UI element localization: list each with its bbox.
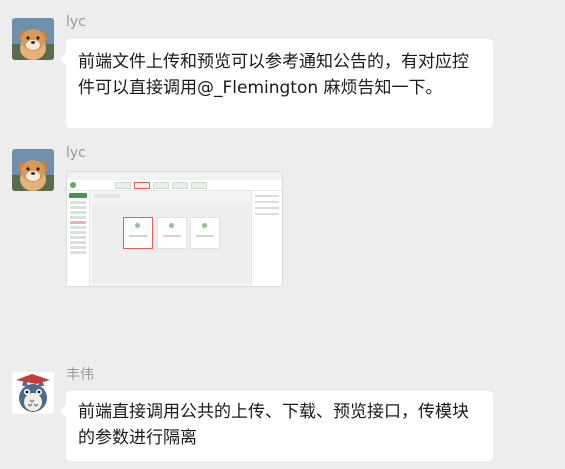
- message-text-line: 的参数进行隔离: [78, 428, 197, 448]
- thumbnail-card: [123, 217, 153, 249]
- thumbnail-tabs: [115, 182, 207, 189]
- thumbnail-logo-icon: [70, 182, 76, 188]
- sender-name: lyc: [66, 14, 86, 30]
- shiba-dog-avatar-icon[interactable]: [12, 149, 54, 191]
- shiba-dog-avatar-icon[interactable]: [12, 18, 54, 60]
- thumbnail-card: [190, 217, 220, 249]
- thumbnail-card: [157, 217, 187, 249]
- thumbnail-top-nav: [67, 180, 282, 191]
- message-text-line: 件可以直接调用@_Flemington 麻烦告知一下。: [78, 78, 443, 98]
- screenshot-thumbnail[interactable]: [66, 171, 283, 287]
- chat-message: 丰伟 前端直接调用公共的上传、下载、预览接口，传模块 的参数进行隔离: [0, 360, 565, 469]
- thumbnail-tab: [172, 182, 188, 189]
- chat-message: lyc 前端文件上传和预览可以参考通知公告的，有对应控 件可以直接调用@_Fle…: [0, 0, 565, 140]
- thumbnail-tab: [115, 182, 131, 189]
- thumbnail-main-area: [90, 191, 252, 286]
- sender-name: lyc: [66, 145, 86, 161]
- message-text-line: 前端文件上传和预览可以参考通知公告的，有对应控: [78, 52, 469, 72]
- chat-message: lyc: [0, 140, 565, 300]
- message-bubble[interactable]: 前端文件上传和预览可以参考通知公告的，有对应控 件可以直接调用@_Fleming…: [60, 39, 493, 128]
- chat-history: lyc 前端文件上传和预览可以参考通知公告的，有对应控 件可以直接调用@_Fle…: [0, 0, 565, 469]
- thumbnail-tab: [191, 182, 207, 189]
- thumbnail-tab: [153, 182, 169, 189]
- totoro-avatar-icon[interactable]: [12, 372, 54, 414]
- thumbnail-right-panel: [251, 191, 282, 286]
- sender-name: 丰伟: [66, 367, 94, 383]
- thumbnail-tab: [134, 182, 150, 189]
- message-bubble[interactable]: 前端直接调用公共的上传、下载、预览接口，传模块 的参数进行隔离: [60, 391, 493, 461]
- message-text-line: 前端直接调用公共的上传、下载、预览接口，传模块: [78, 402, 469, 422]
- thumbnail-sidebar: [67, 191, 90, 286]
